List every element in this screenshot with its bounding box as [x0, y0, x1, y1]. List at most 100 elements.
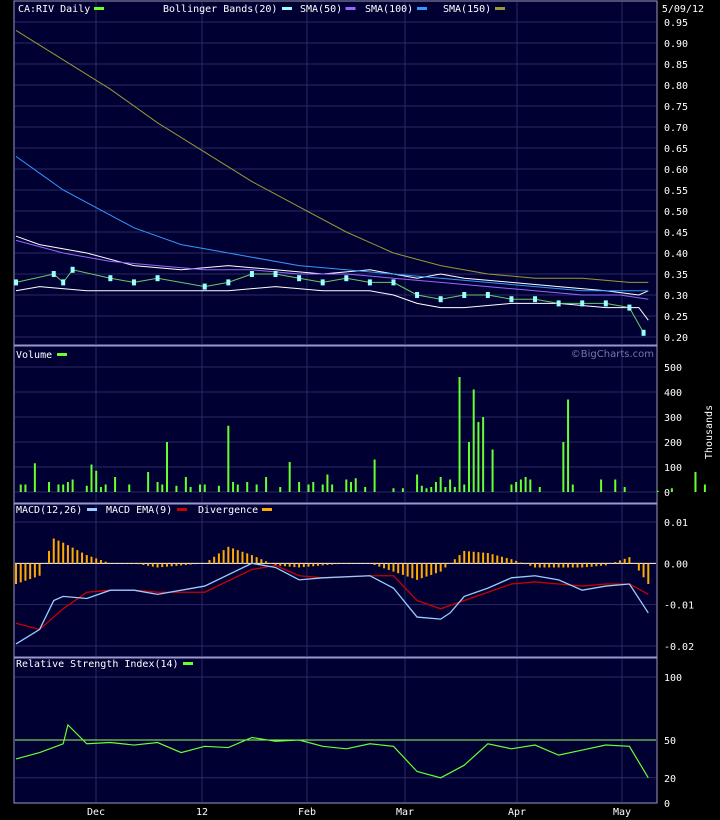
- divergence-bar: [482, 552, 485, 564]
- volume-bar: [321, 484, 324, 492]
- divergence-bar: [581, 563, 584, 568]
- volume-bar: [614, 479, 617, 492]
- volume-bar: [519, 479, 522, 492]
- divergence-bar: [453, 559, 456, 564]
- volume-bar: [416, 474, 419, 492]
- y-tick-label: 0.30: [664, 291, 688, 302]
- divergence-bar: [38, 563, 41, 576]
- price-bar: [367, 279, 372, 286]
- y-tick-label: 0.80: [664, 81, 688, 92]
- divergence-bar: [590, 563, 593, 567]
- y-tick-label: 100: [664, 673, 682, 684]
- divergence-bar: [373, 563, 376, 565]
- y-tick-label: 0.50: [664, 207, 688, 218]
- price-bar: [249, 271, 254, 277]
- volume-bar: [24, 484, 27, 492]
- divergence-bar: [519, 562, 522, 564]
- x-tick-label: Apr: [508, 807, 526, 818]
- divergence-bar: [486, 553, 489, 564]
- divergence-bar: [156, 563, 159, 568]
- volume-bar: [312, 482, 315, 492]
- price-bar: [391, 279, 396, 286]
- divergence-bar: [359, 563, 362, 564]
- divergence-bar: [491, 554, 494, 564]
- legend-label-ticker: CA:RIV Daily: [18, 4, 90, 15]
- legend-swatch: [177, 508, 187, 511]
- divergence-bar: [312, 563, 315, 567]
- volume-bar: [430, 487, 433, 492]
- divergence-bar: [109, 563, 112, 564]
- divergence-bar: [199, 563, 202, 564]
- divergence-bar: [458, 555, 461, 564]
- price-bar: [580, 300, 585, 307]
- divergence-bar: [33, 563, 36, 578]
- legend-swatch: [494, 7, 505, 10]
- volume-bar: [510, 484, 513, 492]
- divergence-bar: [71, 547, 74, 564]
- divergence-bar: [175, 563, 178, 566]
- x-tick-label: 12: [196, 807, 208, 818]
- y-tick-label: 200: [664, 438, 682, 449]
- y-tick-label: -0.02: [664, 642, 694, 653]
- y-tick-label: 500: [664, 363, 682, 374]
- volume-bar: [104, 484, 107, 492]
- divergence-bar: [576, 563, 579, 568]
- volume-bar: [189, 487, 192, 492]
- volume-bar: [33, 463, 36, 492]
- volume-bar: [463, 484, 466, 492]
- volume-bar: [515, 482, 518, 492]
- volume-bar: [373, 459, 376, 492]
- divergence-bar: [368, 563, 371, 564]
- volume-bar: [345, 479, 348, 492]
- divergence-bar: [406, 563, 409, 577]
- y-tick-label: 100: [664, 463, 682, 474]
- volume-bar: [453, 487, 456, 492]
- y-tick-label: 300: [664, 413, 682, 424]
- price-bar: [344, 275, 349, 282]
- divergence-bar: [449, 563, 452, 564]
- y-tick-label: 0.00: [664, 559, 688, 570]
- legend-label: SMA(100): [365, 4, 413, 15]
- divergence-bar: [600, 563, 603, 566]
- divergence-bar: [335, 563, 338, 565]
- panel-rsi: [13, 657, 658, 804]
- legend-label: SMA(50): [300, 4, 342, 15]
- divergence-bar: [340, 563, 343, 564]
- divergence-bar: [614, 562, 617, 564]
- divergence-bar: [628, 557, 631, 564]
- volume-title: Volume: [16, 350, 52, 361]
- divergence-bar: [571, 563, 574, 568]
- divergence-bar: [236, 550, 239, 564]
- divergence-bar: [307, 563, 310, 567]
- divergence-bar: [321, 563, 324, 566]
- divergence-bar: [609, 563, 612, 564]
- price-bar: [320, 279, 325, 286]
- y-tick-label: 0.95: [664, 18, 688, 29]
- divergence-bar: [637, 563, 640, 571]
- panel-volume: [13, 345, 658, 504]
- divergence-bar: [420, 563, 423, 579]
- divergence-bar: [62, 542, 65, 564]
- divergence-bar: [548, 563, 551, 568]
- divergence-bar: [283, 563, 286, 567]
- y-tick-label: 0.75: [664, 102, 688, 113]
- divergence-bar: [604, 563, 607, 566]
- divergence-bar: [387, 563, 390, 570]
- volume-bar: [350, 482, 353, 492]
- divergence-bar: [279, 563, 282, 566]
- volume-bar: [458, 377, 461, 492]
- divergence-bar: [99, 560, 102, 564]
- stock-chart: 0.95 0.90 0.85 0.80 0.75 0.70 0.65 0.60 0.55 0.50…: [13, 0, 715, 818]
- y-tick-label: 0.85: [664, 60, 688, 71]
- volume-bar: [175, 485, 178, 492]
- divergence-bar: [57, 540, 60, 564]
- divergence-bar: [463, 550, 466, 564]
- price-bar: [438, 296, 443, 303]
- volume-bar: [439, 477, 442, 492]
- divergence-bar: [165, 563, 168, 567]
- volume-bar: [255, 484, 258, 492]
- volume-bar: [571, 484, 574, 492]
- volume-bar: [95, 470, 98, 492]
- volume-bar: [703, 484, 706, 492]
- divergence-bar: [562, 563, 565, 568]
